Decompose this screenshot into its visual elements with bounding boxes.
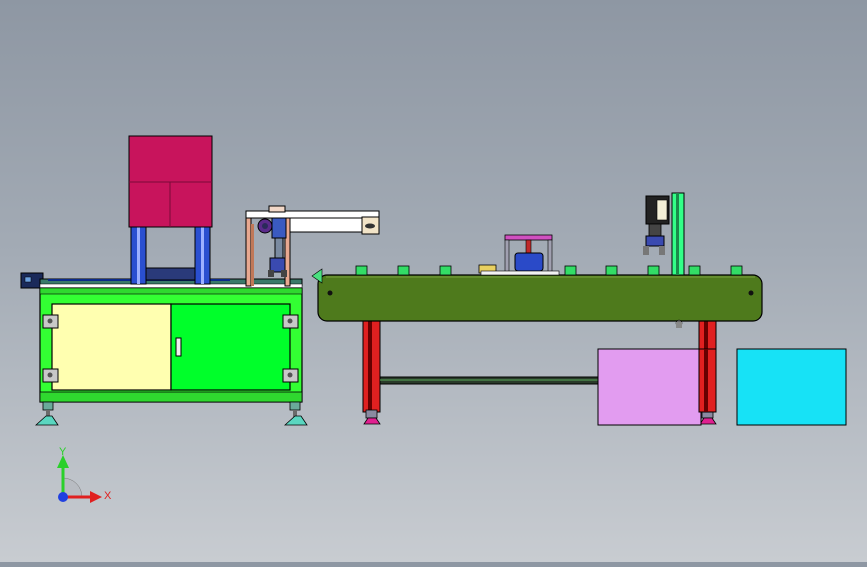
leveling-foot <box>34 401 308 426</box>
gantry-post-left <box>245 213 252 287</box>
coordinate-triad: Y X <box>57 446 112 503</box>
pick-gripper <box>645 235 665 247</box>
cabinet-door-right[interactable] <box>170 303 291 391</box>
conveyor-belt[interactable] <box>317 274 763 322</box>
output-bin-cyan[interactable] <box>736 348 847 426</box>
x-axis-label: X <box>104 490 112 502</box>
output-bin-violet[interactable] <box>597 348 702 426</box>
press-motor <box>514 252 544 272</box>
gantry-beam <box>245 210 380 219</box>
conveyor-end-cap <box>311 268 323 284</box>
gantry-gripper <box>269 257 286 273</box>
y-axis-label: Y <box>59 446 67 458</box>
cabinet-door-left[interactable] <box>51 303 172 391</box>
cad-viewport[interactable]: Y X <box>0 0 867 562</box>
door-handle[interactable] <box>175 337 182 357</box>
press-station-frame <box>504 234 553 241</box>
